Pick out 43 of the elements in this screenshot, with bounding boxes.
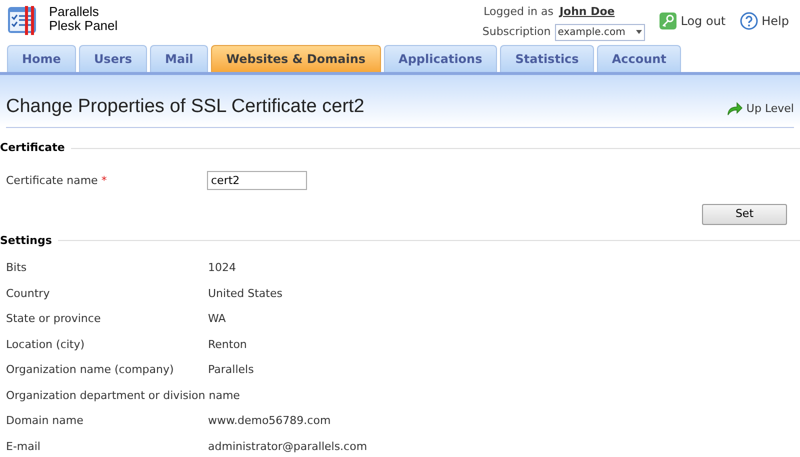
setting-label: Country <box>6 286 51 302</box>
logo-icon <box>7 4 39 36</box>
set-button[interactable]: Set <box>702 204 787 224</box>
setting-value: 1024 <box>208 260 236 276</box>
setting-label: Domain name <box>6 413 84 429</box>
nav-tab[interactable]: Applications <box>384 45 498 72</box>
logged-in-label: Logged in as <box>484 4 554 20</box>
up-level-link[interactable]: Up Level <box>746 100 794 117</box>
caret-icon <box>636 30 642 34</box>
certificate-name-field[interactable]: cert2 <box>207 170 307 190</box>
setting-value: Renton <box>208 336 247 352</box>
brand-subtitle: Plesk Panel <box>49 19 118 33</box>
header-link[interactable]: Log out <box>680 12 726 30</box>
setting-label: E-mail <box>6 438 42 454</box>
nav-tab[interactable]: Mail <box>150 45 208 72</box>
setting-value: United States <box>208 286 282 302</box>
page-title: Change Properties of SSL Certificate cert2 <box>6 94 364 118</box>
setting-value: www.demo56789.com <box>208 413 331 429</box>
setting-label: Organization name (company) <box>6 362 175 378</box>
key-icon <box>658 12 677 30</box>
section-heading: Certificate <box>0 140 65 156</box>
setting-label: Organization department or division name <box>6 388 240 404</box>
setting-label: Bits <box>6 260 28 276</box>
up-arrow-icon <box>727 102 744 116</box>
nav-tab[interactable]: Statistics <box>500 45 594 72</box>
required-mark: * <box>101 174 107 186</box>
subscription-label: Subscription <box>482 24 551 40</box>
brand-name: Parallels <box>49 5 100 19</box>
setting-value: WA <box>208 311 226 327</box>
nav-tab[interactable]: Account <box>596 45 682 72</box>
user-link[interactable]: John Doe <box>559 4 615 20</box>
help-icon <box>740 12 758 30</box>
field-label: Certificate name <box>6 174 98 186</box>
setting-value: Parallels <box>208 362 254 378</box>
section-heading: Settings <box>0 232 52 248</box>
header-link[interactable]: Help <box>762 12 789 30</box>
setting-label: State or province <box>6 311 102 327</box>
setting-value: administrator@parallels.com <box>208 438 368 454</box>
nav-tab[interactable]: Home <box>7 45 76 72</box>
setting-label: Location (city) <box>6 336 86 352</box>
subscription-select[interactable]: example.com <box>554 24 645 40</box>
nav-tab[interactable]: Users <box>78 45 148 72</box>
nav-tab[interactable]: Websites & Domains <box>211 45 381 72</box>
